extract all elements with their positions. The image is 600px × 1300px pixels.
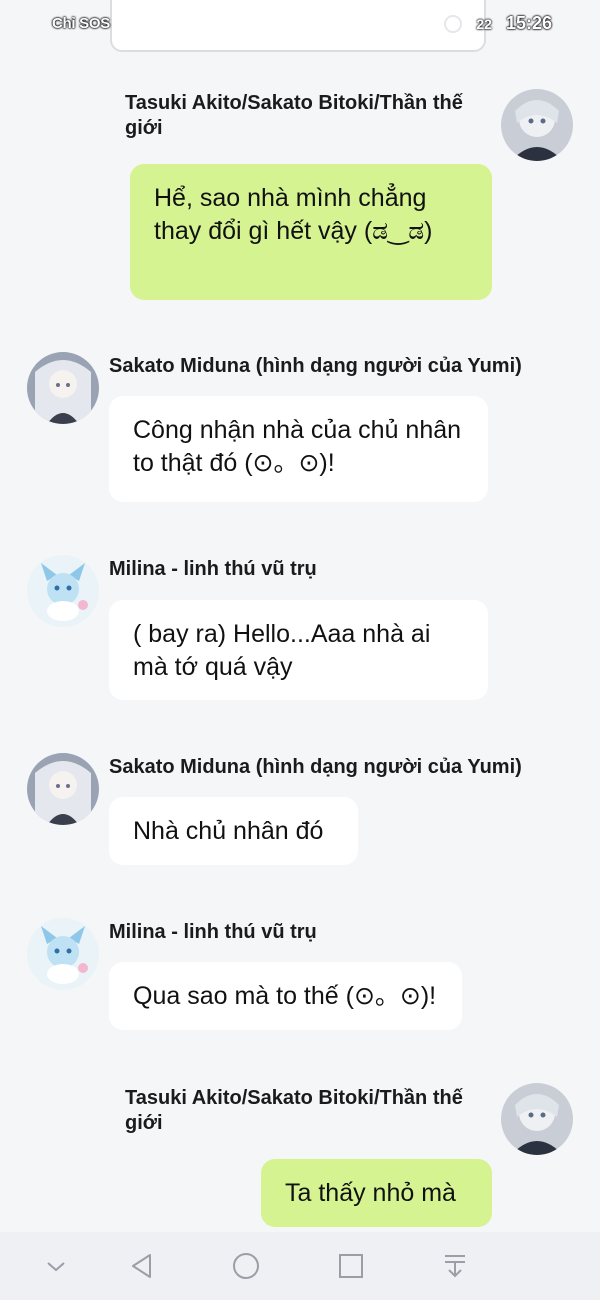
avatar-milina-image bbox=[27, 555, 99, 627]
home-icon[interactable] bbox=[228, 1248, 264, 1284]
sender-name: Sakato Miduna (hình dạng người của Yumi) bbox=[109, 756, 522, 778]
avatar-milina-image bbox=[27, 918, 99, 990]
battery-level: 22 bbox=[476, 15, 492, 32]
sender-name: Sakato Miduna (hình dạng người của Yumi) bbox=[109, 355, 522, 377]
download-icon[interactable] bbox=[437, 1248, 473, 1284]
sender-name: Tasuki Akito/Sakato Bitoki/Thần thế giới bbox=[125, 92, 463, 139]
avatar-miduna-image bbox=[27, 352, 99, 424]
avatar-akito-image bbox=[501, 89, 573, 161]
message-bubble[interactable]: Công nhận nhà của chủ nhân to thật đó (⊙… bbox=[109, 396, 488, 502]
chat-screen: Chỉ SOS 22 15:26 Tasuki Akito/Sakato Bit… bbox=[0, 0, 600, 1300]
sender-name: Milina - linh thú vũ trụ bbox=[109, 921, 317, 943]
back-icon[interactable] bbox=[124, 1248, 160, 1284]
avatar-akito[interactable] bbox=[501, 89, 573, 161]
avatar-miduna[interactable] bbox=[27, 753, 99, 825]
avatar-milina[interactable] bbox=[27, 918, 99, 990]
recents-icon[interactable] bbox=[333, 1248, 369, 1284]
system-nav-bar bbox=[0, 1232, 600, 1300]
message-bubble[interactable]: Nhà chủ nhân đó bbox=[109, 797, 358, 865]
message-bubble[interactable]: Qua sao mà to thế (⊙。⊙)! bbox=[109, 962, 462, 1030]
sender-name: Milina - linh thú vũ trụ bbox=[109, 558, 317, 580]
message-bubble[interactable]: Ta thấy nhỏ mà bbox=[261, 1159, 492, 1227]
avatar-milina[interactable] bbox=[27, 555, 99, 627]
avatar-akito-image bbox=[501, 1083, 573, 1155]
message-bubble[interactable]: ( bay ra) Hello...Aaa nhà ai mà tớ quá v… bbox=[109, 600, 488, 700]
status-right: 22 15:26 bbox=[444, 13, 552, 34]
status-bar: Chỉ SOS 22 15:26 bbox=[0, 0, 600, 48]
carrier-text: Chỉ SOS bbox=[52, 15, 110, 32]
avatar-miduna[interactable] bbox=[27, 352, 99, 424]
alarm-icon bbox=[444, 14, 463, 33]
sender-name: Tasuki Akito/Sakato Bitoki/Thần thế giới bbox=[125, 1087, 463, 1134]
chevron-down-icon[interactable] bbox=[38, 1248, 74, 1284]
message-bubble[interactable]: Hể, sao nhà mình chẳng thay đổi gì hết v… bbox=[130, 164, 492, 300]
avatar-akito[interactable] bbox=[501, 1083, 573, 1155]
clock-time: 15:26 bbox=[505, 13, 552, 33]
avatar-miduna-image bbox=[27, 753, 99, 825]
